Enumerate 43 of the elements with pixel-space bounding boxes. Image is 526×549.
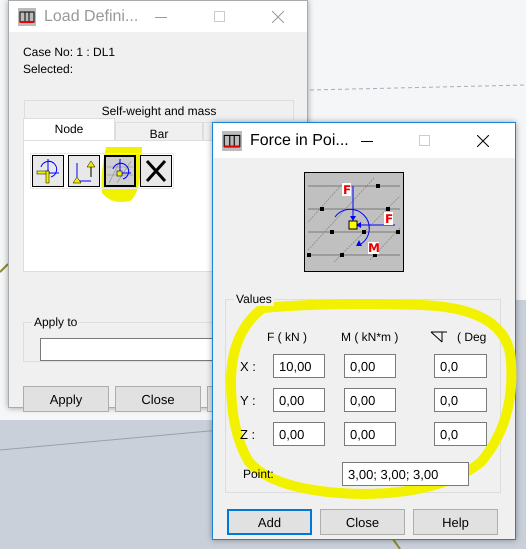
column-header: M ( kN*m ): [341, 330, 396, 344]
window-title: Force in Poi...: [250, 132, 349, 150]
diagram-label: F: [385, 212, 394, 226]
value-field[interactable]: 0,00: [344, 388, 396, 412]
node-force-icon: [35, 157, 61, 185]
app-icon: [18, 8, 36, 26]
dialog-button[interactable]: Close: [320, 509, 405, 535]
dialog-button[interactable]: Apply: [23, 386, 109, 412]
column-header: F ( kN ): [267, 330, 308, 344]
delete-icon: [143, 157, 169, 185]
tool-button[interactable]: [104, 155, 136, 187]
angle-icon: [430, 331, 448, 343]
axis-label: Y :: [240, 392, 257, 408]
dialog-button[interactable]: Help: [413, 509, 498, 535]
group-label: Values: [234, 292, 274, 306]
column-header: ( Deg: [457, 330, 486, 344]
value-field[interactable]: 10,00: [273, 354, 325, 378]
value-field[interactable]: 0,00: [273, 388, 325, 412]
tool-button[interactable]: [140, 155, 172, 187]
app-icon: [222, 130, 242, 150]
case-number: Case No: 1 : DL1: [23, 44, 116, 61]
tool-button[interactable]: [68, 155, 100, 187]
window-title: Load Defini...: [44, 8, 138, 26]
minimize-icon[interactable]: [361, 140, 373, 142]
dialog-button[interactable]: Add: [227, 509, 312, 535]
value-field[interactable]: 0,00: [344, 354, 396, 378]
diagram-label: M: [368, 241, 380, 255]
point-force-icon: [107, 157, 133, 185]
value-field[interactable]: 0,0: [434, 422, 487, 446]
value-field[interactable]: 0,0: [434, 388, 487, 412]
point-field[interactable]: 3,00; 3,00; 3,00: [342, 462, 469, 486]
close-icon[interactable]: [477, 134, 489, 146]
axis-label: X :: [240, 358, 257, 374]
value-field[interactable]: 0,0: [434, 354, 487, 378]
tab[interactable]: Node: [23, 118, 115, 141]
selected-label: Selected:: [23, 61, 74, 78]
group-label: Apply to: [32, 315, 80, 329]
tab[interactable]: Bar: [115, 122, 203, 141]
tool-button[interactable]: [32, 155, 64, 187]
value-field[interactable]: 0,00: [344, 422, 396, 446]
value-field[interactable]: 0,00: [273, 422, 325, 446]
diagram-label: F: [343, 183, 352, 197]
dialog-button[interactable]: Close: [115, 386, 201, 412]
